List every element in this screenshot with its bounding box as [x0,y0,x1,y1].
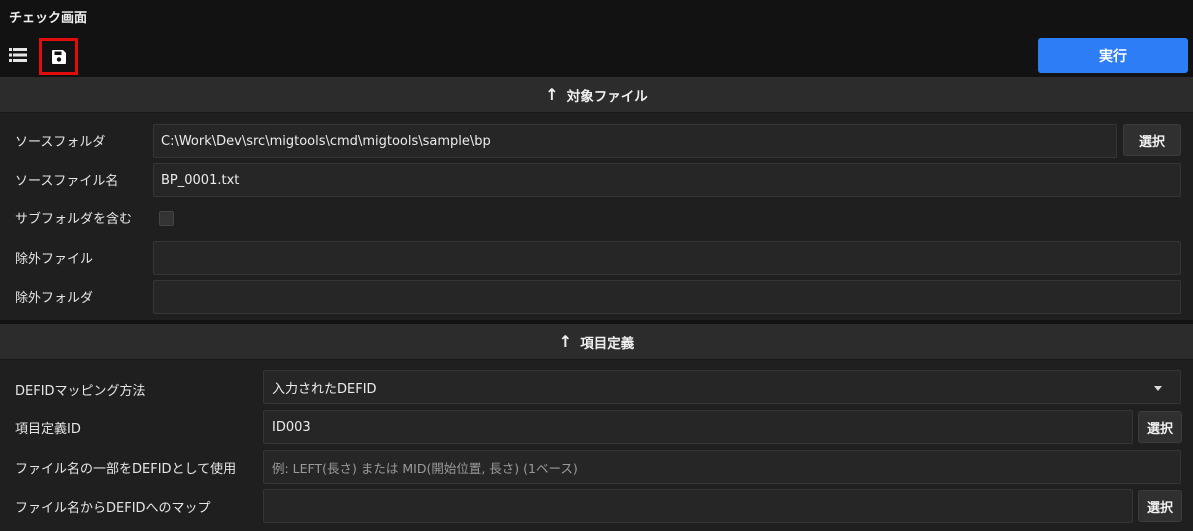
definition-id-label: 項目定義ID [15,422,81,437]
filename-map-input[interactable] [263,489,1133,523]
save-icon [51,49,66,64]
source-folder-input[interactable]: C:\Work\Dev\src\migtools\cmd\migtools\sa… [153,124,1117,158]
window-title: チェック画面 [9,11,88,26]
arrow-up-icon: ↑ [558,332,573,351]
exclude-folders-input[interactable] [153,280,1181,314]
exclude-folders-label: 除外フォルダ [15,291,94,306]
filename-map-select-button[interactable]: 選択 [1138,490,1182,522]
defid-mapping-value: 入力されたDEFID [272,381,377,397]
run-button[interactable]: 実行 [1038,38,1188,73]
definition-id-select-button[interactable]: 選択 [1138,411,1182,443]
definition-id-input[interactable]: ID003 [263,410,1133,444]
exclude-files-input[interactable] [153,241,1181,275]
filename-map-label: ファイル名からDEFIDへのマップ [15,501,211,516]
chevron-down-icon [1154,386,1162,391]
include-subfolders-checkbox[interactable] [159,211,174,226]
filename-part-input[interactable]: 例: LEFT(長さ) または MID(開始位置, 長さ) (1ベース) [263,450,1181,484]
source-folder-select-button[interactable]: 選択 [1123,124,1181,156]
section-title: 対象ファイル [566,88,648,105]
include-subfolders-label: サブフォルダを含む [15,212,133,227]
section-header-target-files[interactable]: ↑ 対象ファイル [0,77,1193,113]
section-header-item-definition[interactable]: ↑ 項目定義 [0,324,1193,360]
defid-mapping-label: DEFIDマッピング方法 [15,384,146,399]
list-icon[interactable] [6,44,30,66]
section-title: 項目定義 [580,335,635,352]
source-file-label: ソースファイル名 [15,174,119,189]
defid-mapping-select[interactable]: 入力されたDEFID [263,370,1181,404]
source-file-input[interactable]: BP_0001.txt [153,163,1181,197]
filename-part-label: ファイル名の一部をDEFIDとして使用 [15,462,237,477]
source-folder-label: ソースフォルダ [15,135,106,150]
save-button[interactable] [39,38,78,75]
exclude-files-label: 除外ファイル [15,252,94,267]
arrow-up-icon: ↑ [545,85,559,104]
